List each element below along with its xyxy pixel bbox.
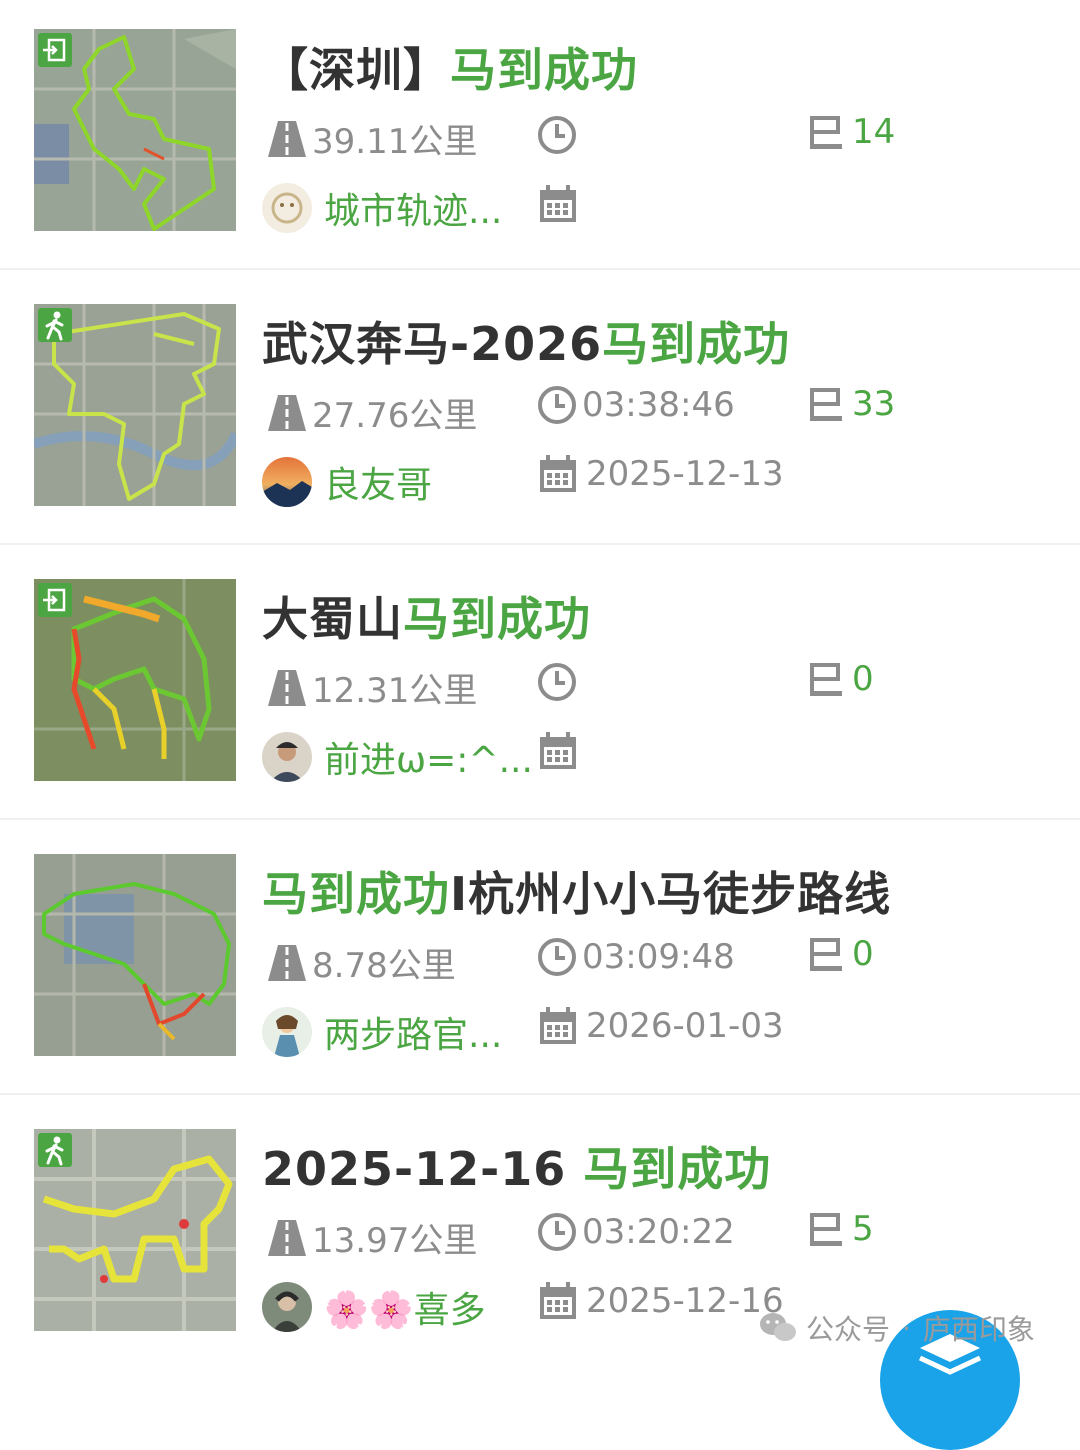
route-map-thumbnail[interactable] [34,304,236,506]
watermark-name: 庐西印象 [922,1313,1035,1346]
road-icon [268,120,306,157]
calendar-icon [540,455,576,492]
duration-stat [536,661,582,703]
avatar [262,732,312,782]
flag-icon [810,1213,842,1246]
calendar-icon [540,185,576,222]
duration-stat: 03:09:48 [536,936,735,978]
checkpoint-stat: 0 [806,659,874,699]
flag-icon [810,116,842,149]
enter-icon [38,583,72,617]
map-image [34,854,236,1056]
flag-icon [810,938,842,971]
distance-stat: 12.31公里 [266,663,477,712]
author[interactable]: 前进ω=:^... [262,731,533,783]
calendar-icon [540,732,576,769]
duration-stat [536,114,582,156]
route-map-thumbnail[interactable] [34,579,236,781]
enter-icon [38,33,72,67]
author[interactable]: 城市轨迹... [262,182,502,234]
route-card[interactable]: 武汉奔马-2026马到成功 27.76公里 03:38:46 33 良友哥 20… [0,270,1080,545]
author[interactable]: 🌸🌸喜多 [262,1281,486,1333]
route-map-thumbnail[interactable] [34,854,236,1056]
distance-stat: 13.97公里 [266,1213,477,1262]
road-icon [268,944,306,981]
clock-icon [538,938,576,976]
checkpoint-stat: 33 [806,384,895,424]
walking-icon [38,308,72,342]
wechat-icon [760,1313,796,1341]
avatar [262,1282,312,1332]
clock-icon [538,1213,576,1251]
clock-icon [538,386,576,424]
route-card[interactable]: 马到成功I杭州小小马徒步路线 8.78公里 03:09:48 0 两步路官...… [0,820,1080,1095]
road-icon [268,394,306,431]
checkpoint-stat: 14 [806,112,895,152]
watermark-label: 公众号 [806,1313,891,1346]
date-stat: 2026-01-03 [538,1006,784,1046]
road-icon [268,669,306,706]
avatar [262,1007,312,1057]
author[interactable]: 两步路官... [262,1006,502,1058]
route-map-thumbnail[interactable] [34,29,236,231]
flag-icon [810,663,842,696]
duration-stat: 03:20:22 [536,1211,735,1253]
distance-stat: 27.76公里 [266,388,477,437]
avatar [262,183,312,233]
watermark: 公众号 · 庐西印象 [758,1308,1035,1348]
date-stat: 2025-12-16 [538,1281,784,1321]
duration-stat: 03:38:46 [536,384,735,426]
road-icon [268,1219,306,1256]
walking-icon [38,1133,72,1167]
calendar-icon [540,1282,576,1319]
route-title[interactable]: 马到成功I杭州小小马徒步路线 [262,858,891,924]
clock-icon [538,663,576,701]
route-card[interactable]: 【深圳】马到成功 39.11公里 14 城市轨迹... [0,0,1080,270]
flag-icon [810,388,842,421]
author[interactable]: 良友哥 [262,456,432,508]
author-name: 两步路官... [324,1015,503,1056]
route-list: 【深圳】马到成功 39.11公里 14 城市轨迹... 武汉奔马-2026马到成… [0,0,1080,1370]
date-stat: 2025-12-13 [538,454,784,494]
route-map-thumbnail[interactable] [34,1129,236,1331]
checkpoint-stat: 5 [806,1209,874,1249]
route-title[interactable]: 2025-12-16 马到成功 [262,1133,771,1199]
date-stat [538,731,586,771]
clock-icon [538,116,576,154]
author-name: 良友哥 [324,465,433,506]
distance-stat: 8.78公里 [266,938,456,987]
distance-stat: 39.11公里 [266,114,477,163]
author-name: 城市轨迹... [324,191,503,232]
watermark-separator: · [902,1311,911,1345]
date-stat [538,184,586,224]
route-title[interactable]: 大蜀山马到成功 [262,583,591,649]
calendar-icon [540,1007,576,1044]
route-title[interactable]: 武汉奔马-2026马到成功 [262,308,790,374]
author-name: 🌸🌸喜多 [324,1290,486,1331]
route-title[interactable]: 【深圳】马到成功 [262,34,638,100]
avatar [262,457,312,507]
checkpoint-stat: 0 [806,934,874,974]
route-card[interactable]: 大蜀山马到成功 12.31公里 0 前进ω=:^... [0,545,1080,820]
author-name: 前进ω=:^... [324,740,533,781]
